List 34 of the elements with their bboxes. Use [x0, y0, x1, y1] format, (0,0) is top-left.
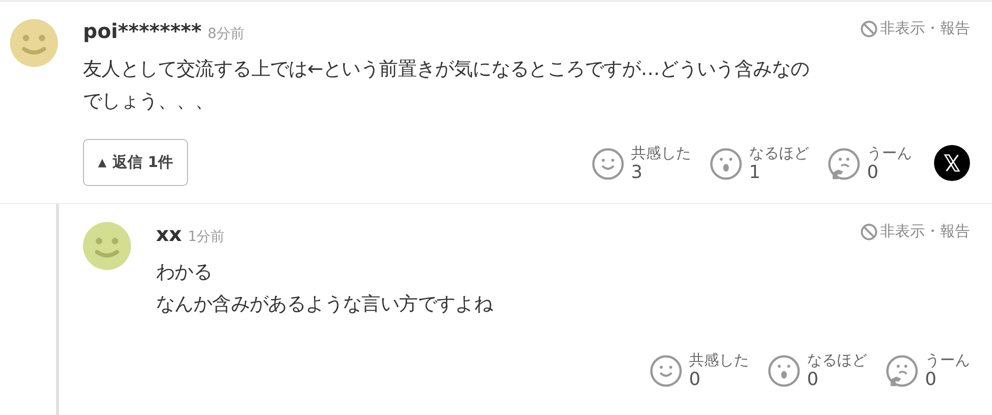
x-share-icon[interactable]: [934, 144, 970, 180]
smile-face-icon[interactable]: [591, 146, 625, 180]
comment-text: 友人として交流する上では←という前置きが気になるところですが…どういう含みなの: [83, 57, 810, 82]
reaction-count: 3: [631, 162, 644, 182]
author-name: xx: [156, 222, 182, 246]
replies-button[interactable]: ▲ 返信 1件: [83, 139, 188, 186]
thinking-face-icon[interactable]: [885, 354, 919, 388]
comment-text: でしょう、、、: [83, 89, 215, 114]
prohibited-icon: [860, 20, 878, 38]
post-time: 8分前: [208, 25, 245, 43]
avatar-icon: [83, 222, 131, 270]
hide-report-link[interactable]: 非表示・報告: [860, 19, 970, 38]
reaction-label: 共感した: [689, 350, 749, 370]
reaction-label: うーん: [925, 350, 970, 370]
smile-face-icon[interactable]: [649, 354, 683, 388]
reaction-count: 0: [807, 370, 820, 390]
reaction-count: 0: [925, 370, 938, 390]
reaction-count: 0: [867, 162, 880, 182]
reaction-count: 1: [749, 162, 762, 182]
reaction-label: うーん: [867, 142, 912, 162]
hide-report-link[interactable]: 非表示・報告: [860, 222, 970, 241]
comment-text: なんか含みがあるような言い方ですよね: [156, 292, 494, 317]
reaction-label: なるほど: [749, 142, 809, 162]
avatar-icon: [10, 19, 58, 67]
reaction-count: 0: [689, 370, 702, 390]
reaction-label: なるほど: [807, 350, 867, 370]
thinking-face-icon[interactable]: [827, 146, 861, 180]
comment-text: わかる: [156, 260, 214, 285]
surprised-face-icon[interactable]: [709, 146, 743, 180]
prohibited-icon: [860, 222, 878, 240]
post-time: 1分前: [188, 228, 225, 246]
reaction-label: 共感した: [631, 142, 691, 162]
author-name: poi********: [83, 19, 202, 43]
surprised-face-icon[interactable]: [767, 354, 801, 388]
